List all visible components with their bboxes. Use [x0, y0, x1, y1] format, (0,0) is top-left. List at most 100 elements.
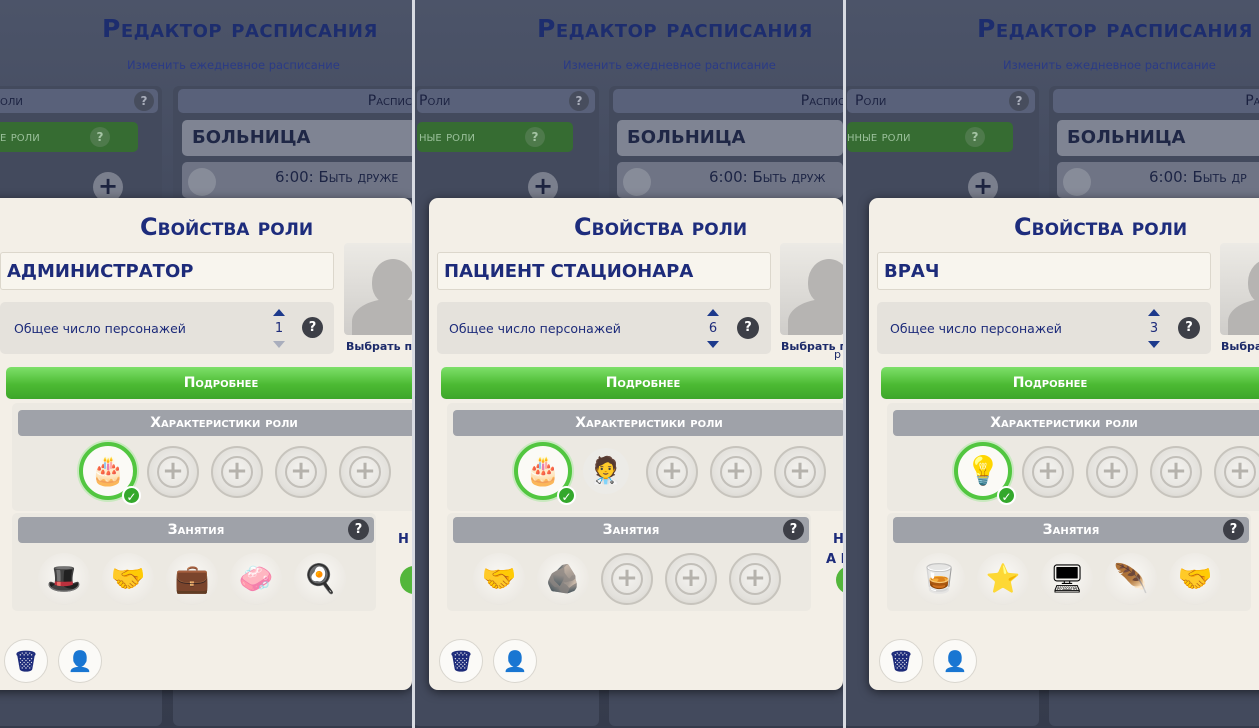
green-role-help[interactable]: ? — [525, 127, 545, 147]
role-name-field[interactable]: АДМИНИСТРАТОР — [0, 252, 334, 290]
delete-role-button[interactable]: 🗑 — [439, 639, 483, 683]
activity-handshake[interactable]: 🤝 — [473, 553, 525, 605]
trait-add-slot[interactable]: + — [147, 446, 199, 498]
activity-add-slot[interactable]: + — [601, 553, 653, 605]
activity-star[interactable]: ⭐ — [977, 553, 1029, 605]
activity-handshake[interactable]: 🤝 — [102, 553, 154, 605]
green-role-help[interactable]: ? — [965, 127, 985, 147]
doctor-portrait-icon: 🧑‍⚕️ — [589, 456, 623, 486]
count-help-button[interactable]: ? — [302, 317, 323, 338]
count-help-button[interactable]: ? — [737, 317, 759, 339]
plus-icon: + — [285, 456, 317, 488]
activities-help-button[interactable]: ? — [348, 519, 369, 540]
promote-role-button[interactable]: 👤 — [58, 639, 102, 683]
trait-add-slot[interactable]: + — [211, 446, 263, 498]
roles-help-button[interactable]: ? — [134, 91, 154, 111]
activity-briefcase[interactable]: 💼 — [166, 553, 218, 605]
activities-help-button[interactable]: ? — [783, 519, 804, 540]
activities-help-button[interactable]: ? — [1223, 519, 1244, 540]
green-role-help[interactable]: ? — [90, 127, 110, 147]
cake-icon: 🎂 — [90, 454, 126, 487]
schedule-entry-text: 6:00: Быть др — [1149, 168, 1247, 186]
promote-role-button[interactable]: 👤 — [493, 639, 537, 683]
activity-feather-duster[interactable]: 🪶 — [1105, 553, 1157, 605]
roles-help-button[interactable]: ? — [569, 91, 589, 111]
trait-add-slot[interactable]: + — [275, 446, 327, 498]
trait-add-slot[interactable]: + — [774, 446, 826, 498]
plus-icon: + — [675, 563, 707, 595]
trait-add-slot[interactable]: + — [1086, 446, 1138, 498]
venue-field[interactable]: БОЛЬНИЦА — [617, 120, 843, 156]
activities-header: Занятия — [18, 517, 374, 543]
venue-field[interactable]: БОЛЬНИЦА — [182, 120, 412, 156]
activity-soap[interactable]: 🧼 — [230, 553, 282, 605]
traits-header: Характеристики роли — [453, 410, 843, 436]
trait-add-slot[interactable]: + — [710, 446, 762, 498]
activity-add-slot[interactable]: + — [729, 553, 781, 605]
role-name-field[interactable]: ВРАЧ — [877, 252, 1211, 290]
selected-check-icon: ✓ — [997, 486, 1016, 505]
green-role-header[interactable]: ные роли — [417, 122, 573, 152]
schedule-entry-trash-icon[interactable] — [623, 168, 651, 196]
panel-doctor: Редактор расписания Изменить ежедневное … — [846, 0, 1259, 728]
side-text: А Р — [826, 552, 843, 567]
venue-field[interactable]: БОЛЬНИЦА — [1057, 120, 1259, 156]
activity-frying-pan[interactable]: 🍳 — [294, 553, 346, 605]
trait-add-slot[interactable]: + — [646, 446, 698, 498]
role-name-field[interactable]: ПАЦИЕНТ СТАЦИОНАРА — [437, 252, 771, 290]
edge-text: р — [834, 348, 841, 361]
pick-sim-label[interactable]: Выбрать пе — [346, 340, 412, 353]
screenshot-collage: Редактор расписания Изменить ежедневное … — [0, 0, 1259, 728]
schedule-editor-subtitle: Изменить ежедневное расписание — [563, 58, 776, 72]
count-down-arrow[interactable] — [1148, 341, 1160, 348]
plus-icon: + — [1160, 456, 1192, 488]
delete-role-button[interactable]: 🗑 — [879, 639, 923, 683]
trait-add-slot[interactable]: + — [1150, 446, 1202, 498]
handshake-icon: 🤝 — [110, 562, 146, 595]
dialog-title: Свойства роли — [574, 213, 748, 241]
drink-glass-icon: 🥃 — [921, 562, 957, 595]
promote-role-button[interactable]: 👤 — [933, 639, 977, 683]
star-icon: ⭐ — [985, 562, 1021, 595]
roles-help-button[interactable]: ? — [1009, 91, 1029, 111]
trait-add-slot[interactable]: + — [339, 446, 391, 498]
plus-icon: + — [221, 456, 253, 488]
activity-hat[interactable]: 🎩 — [38, 553, 90, 605]
trait-add-slot[interactable]: + — [1214, 446, 1259, 498]
count-up-arrow[interactable] — [273, 309, 285, 316]
count-down-arrow[interactable] — [273, 341, 285, 348]
details-button[interactable]: Подробнее — [881, 367, 1259, 399]
schedule-entry-trash-icon[interactable] — [188, 168, 216, 196]
green-role-header[interactable]: нные роли — [847, 122, 1013, 152]
portrait-placeholder[interactable] — [1220, 243, 1259, 335]
side-text: Н — [398, 532, 409, 547]
activity-add-slot[interactable]: + — [665, 553, 717, 605]
details-button[interactable]: Подробнее — [6, 367, 412, 399]
frying-pan-icon: 🍳 — [302, 562, 338, 595]
count-help-button[interactable]: ? — [1178, 317, 1200, 339]
activity-computer[interactable]: 🖥 — [1041, 553, 1093, 605]
schedule-editor-subtitle: Изменить ежедневное расписание — [127, 58, 340, 72]
activity-rock[interactable]: 🪨 — [537, 553, 589, 605]
panel-administrator: Редактор расписания Изменить ежедневное … — [0, 0, 412, 728]
pick-sim-label[interactable]: Выбра — [1221, 340, 1259, 353]
green-role-header[interactable]: е роли — [0, 122, 138, 152]
activity-drink[interactable]: 🥃 — [913, 553, 965, 605]
details-button[interactable]: Подробнее — [441, 367, 843, 399]
dialog-title: Свойства роли — [1014, 213, 1188, 241]
count-up-arrow[interactable] — [1148, 309, 1160, 316]
doctor-trait-slot[interactable]: 🧑‍⚕️ — [583, 448, 629, 494]
activity-handshake[interactable]: 🤝 — [1169, 553, 1221, 605]
roles-column-header: Роли — [847, 89, 1035, 113]
plus-icon: + — [1224, 456, 1256, 488]
edge-text: 6 — [415, 390, 416, 403]
schedule-entry-trash-icon[interactable] — [1063, 168, 1091, 196]
delete-role-button[interactable]: 🗑 — [4, 639, 48, 683]
schedule-column-header: Распис — [613, 89, 843, 113]
trait-add-slot[interactable]: + — [1022, 446, 1074, 498]
count-down-arrow[interactable] — [707, 341, 719, 348]
count-up-arrow[interactable] — [707, 309, 719, 316]
portrait-placeholder[interactable] — [344, 243, 412, 335]
portrait-placeholder[interactable] — [780, 243, 843, 335]
soap-icon: 🧼 — [238, 562, 274, 595]
